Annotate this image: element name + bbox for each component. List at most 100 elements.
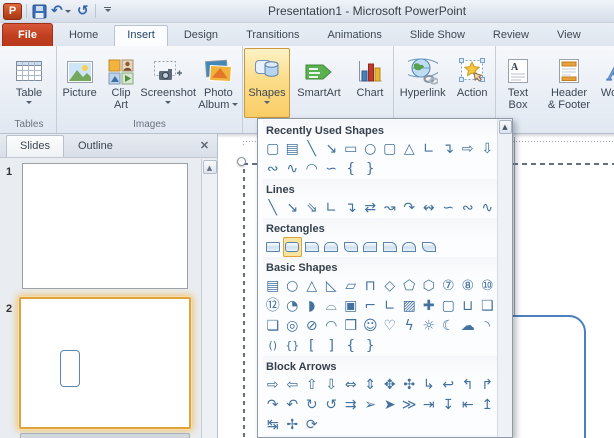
shape-arc[interactable]: ◝ [478,316,498,336]
shape-elbow-double-arrow-connector[interactable]: ⇄ [361,198,381,218]
shape-no-symbol[interactable]: ⊘ [302,316,322,336]
shape-arc[interactable]: ◠ [302,159,322,179]
tab-insert[interactable]: Insert [114,25,168,46]
shape-down-arrow[interactable]: ⇩ [478,139,498,159]
shape-arrow[interactable]: ↘ [283,198,303,218]
shape-left-brace[interactable]: { [341,159,361,179]
shape-block-arc[interactable]: ◠ [322,316,342,336]
shape-round-diagonal-corner-rectangle[interactable] [419,237,439,257]
shape-right-brace[interactable]: } [361,336,381,356]
shape-scribble[interactable]: ∿ [478,198,498,218]
shape-rounded-rectangle[interactable]: ▢ [263,139,283,159]
shape-up-arrow[interactable]: ⇧ [302,375,322,395]
shape-rounded-rectangle-2[interactable]: ▢ [380,139,400,159]
tab-slides[interactable]: Slides [6,135,64,157]
shapes-menu-scrollbar[interactable]: ▲ [497,119,512,437]
slide-2-thumbnail-selected[interactable] [19,297,191,429]
shape-curved-arrow-connector[interactable]: ↷ [400,198,420,218]
scroll-up-icon[interactable]: ▲ [202,160,217,174]
shape-elbow-arrow-connector[interactable]: ↴ [341,198,361,218]
shape-decagon[interactable]: ⑩ [478,276,498,296]
menu-scroll-up-icon[interactable]: ▲ [498,120,512,134]
shape-sun[interactable]: ☼ [419,316,439,336]
shape-u-turn-arrow[interactable]: ↩ [439,375,459,395]
shape-l-shape[interactable]: ∟ [380,296,400,316]
shape-double-bracket[interactable]: () [263,336,283,356]
shape-left-right-arrow-callout[interactable]: ↹ [263,415,283,435]
slide-2-thumbnail[interactable] [22,300,188,426]
shape-bevel[interactable]: ❏ [263,316,283,336]
shape-curved-double-arrow-connector[interactable]: ↭ [419,198,439,218]
shape-line[interactable]: ╲ [302,139,322,159]
shape-bent-up-arrow[interactable]: ↱ [478,375,498,395]
shape-down-arrow-callout[interactable]: ↧ [439,395,459,415]
shape-left-right-up-arrow[interactable]: ✣ [400,375,420,395]
shape-scribble[interactable]: ∿ [283,159,303,179]
shape-freeform[interactable]: ∾ [458,198,478,218]
shape-parallelogram[interactable]: ▱ [341,276,361,296]
tab-review[interactable]: Review [481,26,541,46]
tab-home[interactable]: Home [57,26,110,46]
shape-dodecagon[interactable]: ⑫ [263,296,283,316]
shape-frame[interactable]: ▣ [341,296,361,316]
shape-folded-corner[interactable]: ❒ [341,316,361,336]
shape-teardrop[interactable]: ◗ [302,296,322,316]
powerpoint-logo-icon[interactable]: P [3,2,22,20]
action-button[interactable]: Action [450,48,494,118]
shape-plaque[interactable]: ▢ [439,296,459,316]
shape-curved-down-arrow[interactable]: ↻ [302,395,322,415]
undo-button[interactable]: ↶ [51,3,71,20]
shape-cube[interactable]: ❑ [478,296,498,316]
shape-isosceles-triangle[interactable]: △ [302,276,322,296]
shape-curved-connector[interactable]: ↝ [380,198,400,218]
shape-cross[interactable]: ✚ [419,296,439,316]
save-button[interactable] [31,3,47,20]
redo-button[interactable]: ↺ [75,3,91,20]
shape-right-bracket[interactable]: ] [322,336,342,356]
shape-freeform[interactable]: ∾ [263,159,283,179]
shape-diamond[interactable]: ◇ [380,276,400,296]
shape-cloud[interactable]: ☁ [458,316,478,336]
shape-snip-same-side-corner-rectangle[interactable] [322,237,342,257]
shape-left-arrow-callout[interactable]: ⇤ [458,395,478,415]
shape-left-brace[interactable]: { [341,336,361,356]
smartart-button[interactable]: SmartArt [290,48,348,118]
shape-up-down-arrow[interactable]: ⇕ [361,375,381,395]
shape-left-up-arrow[interactable]: ↰ [458,375,478,395]
shape-smiley-face[interactable]: ☺ [361,316,381,336]
shape-double-arrow[interactable]: ⇘ [302,198,322,218]
shape-snip-and-round-single-corner-rectangle[interactable] [361,237,381,257]
shape-right-arrow[interactable]: ⇨ [263,375,283,395]
shape-curved-left-arrow[interactable]: ↶ [283,395,303,415]
shape-diagonal-stripe[interactable]: ▨ [400,296,420,316]
clip-art-button[interactable]: Clip Art [101,48,140,118]
shape-pie[interactable]: ◔ [283,296,303,316]
screenshot-button[interactable]: Screenshot [140,48,196,118]
shape-striped-right-arrow[interactable]: ⇉ [341,395,361,415]
undo-dropdown-arrow-icon[interactable] [64,9,71,16]
shape-curved-right-arrow[interactable]: ↷ [263,395,283,415]
shape-quad-arrow[interactable]: ✥ [380,375,400,395]
shape-oval[interactable]: ○ [283,276,303,296]
header-footer-button[interactable]: Header & Footer [539,48,599,118]
close-panel-icon[interactable]: ✕ [197,139,212,154]
shape-round-same-side-corner-rectangle[interactable] [400,237,420,257]
shapes-button[interactable]: Shapes [244,48,290,118]
shape-right-arrow-callout[interactable]: ⇥ [419,395,439,415]
shape-up-arrow-callout[interactable]: ↥ [478,395,498,415]
shape-left-right-arrow[interactable]: ⇔ [341,375,361,395]
table-button[interactable]: Table [3,48,55,118]
shape-right-arrow[interactable]: ⇨ [458,139,478,159]
shape-curve[interactable]: ∽ [439,198,459,218]
shape-half-frame[interactable]: ⌐ [361,296,381,316]
shape-pentagon-arrow[interactable]: ➤ [380,395,400,415]
shape-right-triangle[interactable]: ◺ [322,276,342,296]
shape-elbow-connector[interactable]: ∟ [322,198,342,218]
photo-album-button[interactable]: Photo Album [196,48,241,118]
slide-3-thumbnail-partial[interactable] [20,433,190,438]
customize-qat-button[interactable] [100,3,116,20]
shape-moon[interactable]: ☾ [439,316,459,336]
shape-snip-diagonal-corner-rectangle[interactable] [341,237,361,257]
shape-hexagon[interactable]: ⬡ [419,276,439,296]
tab-design[interactable]: Design [172,26,230,46]
